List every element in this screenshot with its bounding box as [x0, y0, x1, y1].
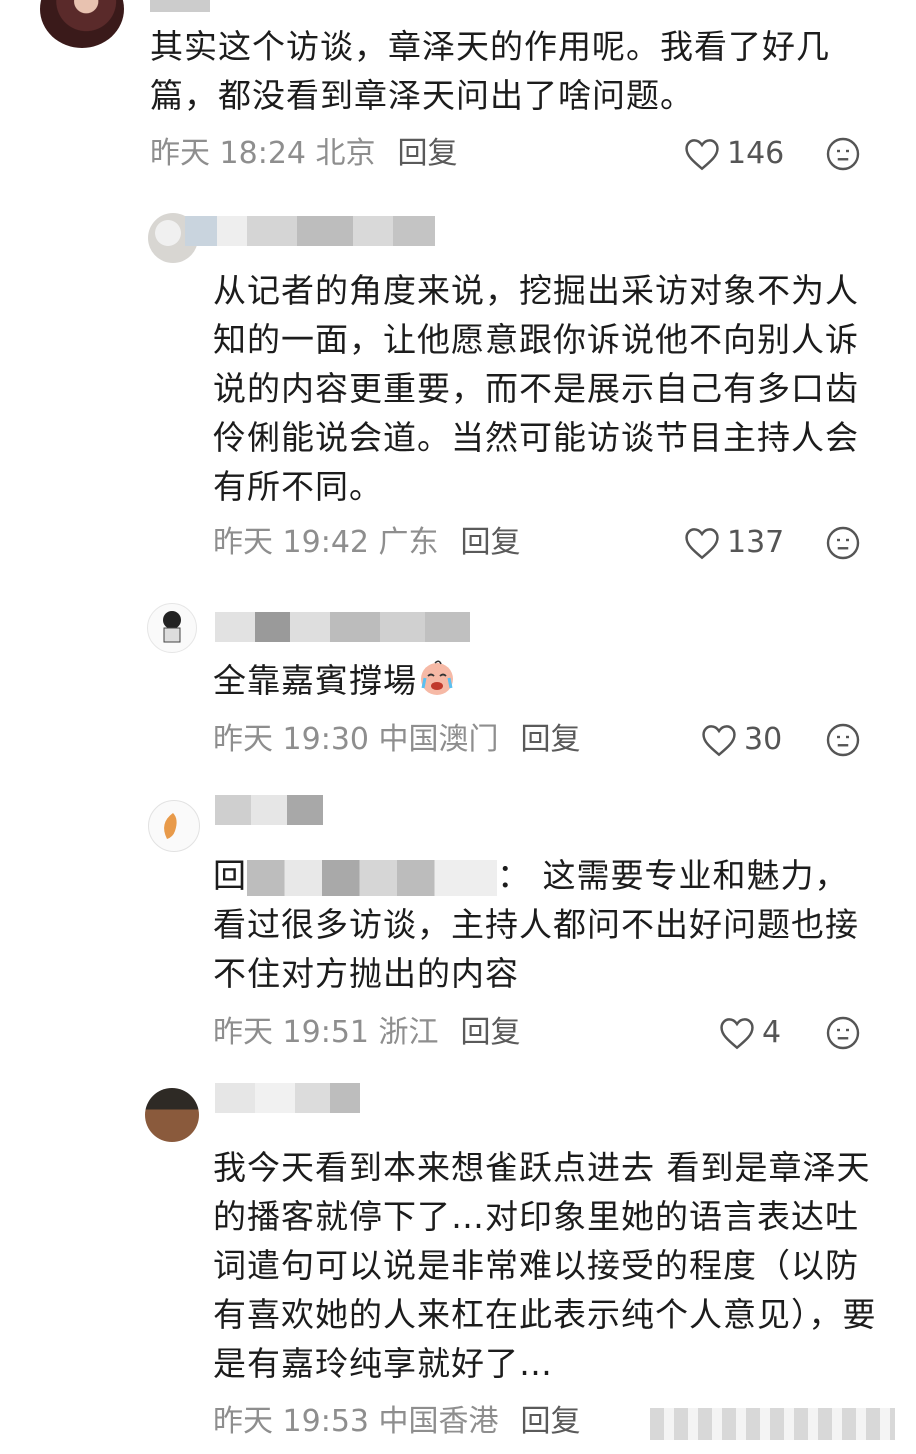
heart-outline-icon [685, 528, 719, 560]
like-button[interactable]: 137 [683, 523, 784, 563]
avatar[interactable] [147, 603, 197, 653]
comment-meta: 昨天 19:30 中国澳门 回复 [213, 720, 581, 760]
comment-text: 从记者的角度来说，挖掘出采访对象不为人知的一面，让他愿意跟你诉说他不向别人诉说的… [213, 271, 859, 506]
username-blurred[interactable] [215, 795, 325, 825]
like-count: 30 [744, 722, 783, 757]
reply-button[interactable]: 回复 [461, 1015, 521, 1050]
emoji-face-icon[interactable] [825, 525, 861, 561]
like-count: 4 [762, 1015, 782, 1050]
heart-outline-icon [702, 725, 736, 757]
cartoon-avatar-icon [163, 611, 181, 643]
comment-meta: 昨天 19:53 中国香港 回复 [213, 1402, 581, 1442]
comment-time: 昨天 19:53 中国香港 [213, 1404, 499, 1439]
emoji-face-icon[interactable] [825, 1015, 861, 1051]
like-button[interactable]: 146 [683, 134, 784, 174]
comment-reply-prefix: 回 [213, 856, 247, 895]
emoji-face-icon[interactable] [825, 136, 861, 172]
reply-button[interactable]: 回复 [398, 136, 458, 171]
comment-text: 全靠嘉賓撐場 [213, 656, 873, 705]
like-button[interactable]: 30 [700, 720, 782, 760]
heart-outline-icon [720, 1018, 754, 1050]
heart-outline-icon [685, 139, 719, 171]
username-blurred[interactable] [215, 612, 470, 642]
croissant-avatar-icon [164, 813, 177, 839]
reply-button[interactable]: 回复 [521, 1404, 581, 1439]
avatar[interactable] [145, 1088, 199, 1142]
emoji-face-icon[interactable] [825, 722, 861, 758]
watermark-blurred [650, 1408, 895, 1440]
comment-time: 昨天 18:24 北京 [150, 136, 376, 171]
reply-button[interactable]: 回复 [461, 525, 521, 560]
comment-time: 昨天 19:51 浙江 [213, 1015, 439, 1050]
mention-username-blurred[interactable] [247, 859, 497, 896]
reply-button[interactable]: 回复 [521, 722, 581, 757]
avatar[interactable] [40, 0, 124, 48]
comment-time: 昨天 19:30 中国澳门 [213, 722, 499, 757]
comment-text-content: 全靠嘉賓撐場 [213, 661, 417, 700]
like-count: 137 [727, 525, 785, 560]
comment-meta: 昨天 19:42 广东 回复 [213, 523, 521, 563]
avatar[interactable] [148, 800, 200, 852]
comment-meta: 昨天 18:24 北京 回复 [150, 134, 458, 174]
comment-meta: 昨天 19:51 浙江 回复 [213, 1013, 521, 1053]
comment-text: 我今天看到本来想雀跃点进去 看到是章泽天的播客就停下了…对印象里她的语言表达吐词… [213, 1148, 877, 1383]
like-button[interactable]: 4 [718, 1013, 781, 1053]
crying-face-emoji-icon [421, 660, 453, 695]
like-count: 146 [727, 136, 785, 171]
username-blurred[interactable] [185, 216, 435, 246]
comment-text: 其实这个访谈，章泽天的作用呢。我看了好几篇，都没看到章泽天问出了啥问题。 [150, 27, 830, 115]
username-blurred[interactable] [150, 0, 210, 12]
comment-text: 回： 这需要专业和魅力，看过很多访谈，主持人都问不出好问题也接不住对方抛出的内容 [213, 851, 873, 998]
username-blurred[interactable] [215, 1083, 360, 1113]
comment-time: 昨天 19:42 广东 [213, 525, 439, 560]
